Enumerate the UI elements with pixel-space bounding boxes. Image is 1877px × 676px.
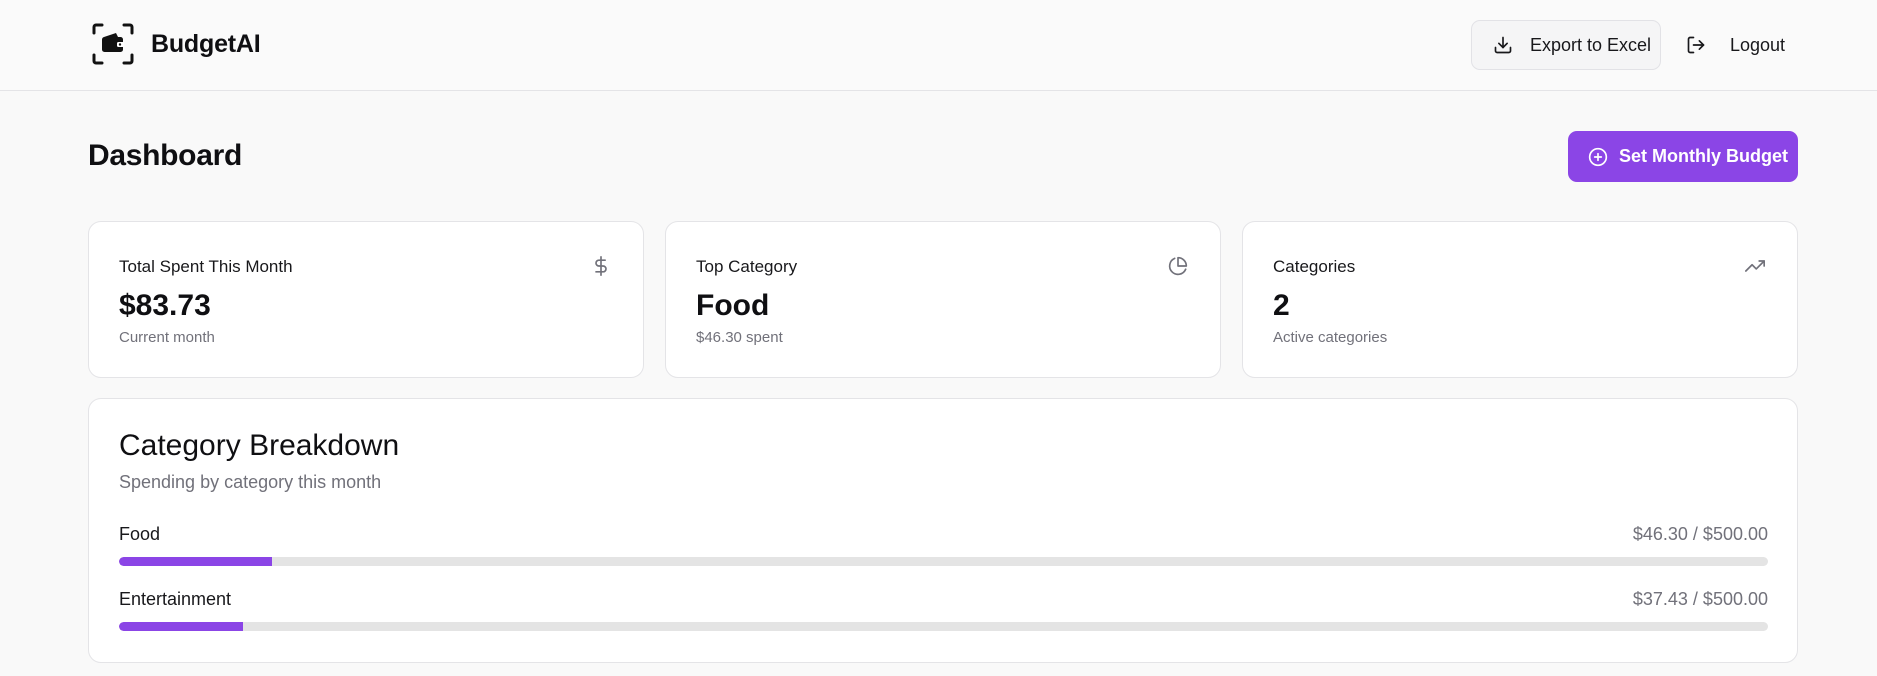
stat-value: $83.73 [119,289,211,322]
trending-up-icon [1745,260,1765,272]
stat-card-total-spent: Total Spent This Month $83.73 Current mo… [88,221,644,378]
download-icon [1494,36,1512,54]
brand-name: BudgetAI [151,29,261,58]
page-title: Dashboard [88,139,242,172]
plus-circle-icon [1588,147,1608,166]
breakdown-title: Category Breakdown [119,429,400,462]
progress-fill [119,557,272,566]
export-label: Export to Excel [1530,34,1652,55]
category-breakdown-card: Category Breakdown Spending by category … [88,398,1798,663]
stat-subtext: Active categories [1273,329,1388,346]
stat-subtext: $46.30 spent [696,329,783,346]
stat-card-top-category: Top Category Food $46.30 spent [665,221,1221,378]
stat-value: 2 [1273,289,1290,322]
stat-subtext: Current month [119,329,215,346]
wallet-icon [92,23,134,65]
top-navbar: BudgetAI Export to Excel Logout [0,0,1877,91]
brand[interactable]: BudgetAI [92,23,261,65]
category-label: Entertainment [119,589,232,609]
stat-card-categories: Categories 2 Active categories [1242,221,1798,378]
logout-button[interactable]: Logout [1686,20,1785,70]
stat-title: Total Spent This Month [119,257,293,276]
stat-title: Top Category [696,257,798,276]
export-excel-button[interactable]: Export to Excel [1471,20,1661,70]
progress-track [119,557,1768,566]
set-budget-label: Set Monthly Budget [1619,146,1788,166]
progress-track [119,622,1768,631]
stat-title: Categories [1273,257,1356,276]
category-amount: $46.30 / $500.00 [1632,524,1768,544]
dollar-icon [595,256,607,276]
logout-label: Logout [1730,34,1786,55]
set-monthly-budget-button[interactable]: Set Monthly Budget [1568,131,1798,182]
category-label: Food [119,524,161,544]
category-amount: $37.43 / $500.00 [1632,589,1768,609]
logout-icon [1687,36,1705,54]
pie-chart-icon [1168,256,1188,276]
breakdown-subtitle: Spending by category this month [119,472,382,492]
progress-fill [119,622,243,631]
stat-value: Food [696,289,770,322]
